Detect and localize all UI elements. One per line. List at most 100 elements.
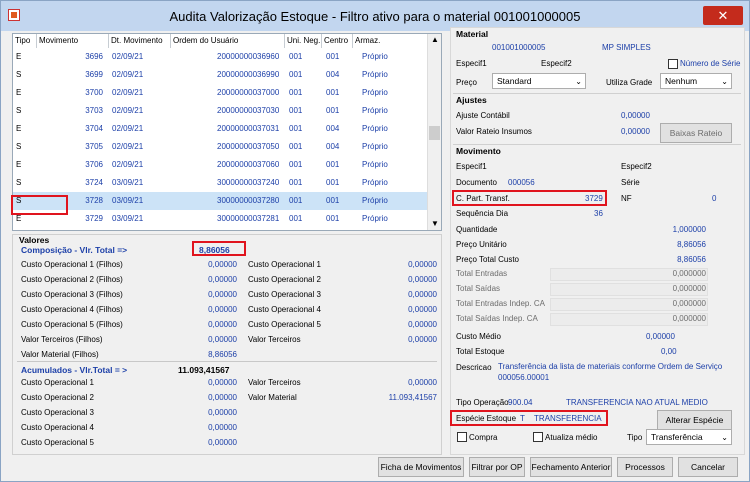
valor-label: Custo Operacional 3 bbox=[248, 290, 321, 299]
cell-tipo: S bbox=[16, 142, 22, 151]
preco-select[interactable]: Standard ⌄ bbox=[492, 73, 586, 89]
valor-label: Custo Operacional 5 (Filhos) bbox=[21, 320, 123, 329]
window-title: Audita Valorização Estoque - Filtro ativ… bbox=[169, 8, 581, 24]
valores-title: Valores bbox=[19, 235, 50, 245]
cell-centro: 004 bbox=[326, 70, 340, 79]
valor-value: 0,00000 bbox=[408, 260, 437, 269]
table-row[interactable]: S 3699 02/09/21 20000000036990 001 004 Próprio bbox=[13, 66, 429, 84]
valor-value: 0,00000 bbox=[208, 275, 237, 284]
acumulado-value: 0,00000 bbox=[208, 408, 237, 417]
mov-total-value: 0,000000 bbox=[672, 299, 706, 308]
valor-label: Custo Operacional 1 (Filhos) bbox=[21, 260, 123, 269]
ajuste-contabil-value: 0,00000 bbox=[621, 111, 650, 120]
col-header-movimento[interactable]: Movimento bbox=[37, 34, 109, 48]
ajuste-contabil-label: Ajuste Contábil bbox=[456, 111, 510, 120]
table-row[interactable]: S 3724 03/09/21 30000000037240 001 001 Próprio bbox=[13, 174, 429, 192]
movimento-title: Movimento bbox=[456, 146, 501, 156]
cell-unineg: 001 bbox=[289, 88, 303, 97]
movements-grid[interactable]: Tipo Movimento Dt. Movimento Ordem do Us… bbox=[12, 33, 442, 231]
mov-total-label: Total Entradas Indep. CA bbox=[456, 299, 545, 308]
filtrar-op-button[interactable]: Filtrar por OP bbox=[469, 457, 525, 477]
table-row[interactable]: E 3729 03/09/21 30000000037281 001 001 Próprio bbox=[13, 210, 429, 228]
scroll-thumb[interactable] bbox=[429, 126, 440, 140]
valor-label: Valor Terceiros (Filhos) bbox=[21, 335, 103, 344]
cell-armaz: Próprio bbox=[362, 178, 388, 187]
col-header-ordem[interactable]: Ordem do Usuário bbox=[171, 34, 285, 48]
table-row[interactable]: E 3704 02/09/21 20000000037031 001 004 Próprio bbox=[13, 120, 429, 138]
table-row[interactable]: E 3696 02/09/21 20000000036960 001 001 Próprio bbox=[13, 48, 429, 66]
acumulado-value: 0,00000 bbox=[208, 438, 237, 447]
mov-field-value: 8,86056 bbox=[677, 240, 706, 249]
cancelar-button[interactable]: Cancelar bbox=[678, 457, 738, 477]
descricao-label: Descricao bbox=[456, 363, 492, 372]
mov-especif1: Especif1 bbox=[456, 162, 487, 171]
cell-dt: 02/09/21 bbox=[112, 106, 144, 115]
valor-label: Custo Operacional 2 (Filhos) bbox=[21, 275, 123, 284]
table-row[interactable]: S 3728 03/09/21 30000000037280 001 001 Próprio bbox=[13, 192, 429, 210]
atualiza-medio-checkbox[interactable] bbox=[533, 432, 543, 442]
processos-button[interactable]: Processos bbox=[617, 457, 673, 477]
compra-checkbox[interactable] bbox=[457, 432, 467, 442]
valor-value: 0,00000 bbox=[208, 260, 237, 269]
scroll-down-icon[interactable]: ▼ bbox=[431, 219, 439, 228]
alterar-especie-button[interactable]: Alterar Espécie bbox=[657, 410, 732, 430]
utiliza-grade-value: Nenhum bbox=[665, 76, 698, 86]
table-row[interactable]: E 3700 02/09/21 20000000037000 001 001 Próprio bbox=[13, 84, 429, 102]
material-especif2: Especif2 bbox=[541, 59, 572, 68]
cell-movimento: 3704 bbox=[85, 124, 103, 133]
cell-movimento: 3700 bbox=[85, 88, 103, 97]
col-header-armaz[interactable]: Armaz. bbox=[353, 34, 429, 48]
tipo-label: Tipo bbox=[627, 433, 643, 442]
documento-label: Documento bbox=[456, 178, 497, 187]
valor-value: 0,00000 bbox=[208, 290, 237, 299]
cell-tipo: S bbox=[16, 106, 22, 115]
valores-divider bbox=[17, 361, 437, 362]
utiliza-grade-select[interactable]: Nenhum ⌄ bbox=[660, 73, 732, 89]
close-button[interactable]: ✕ bbox=[703, 6, 743, 25]
fechamento-anterior-button[interactable]: Fechamento Anterior bbox=[530, 457, 612, 477]
col-header-unineg[interactable]: Uni. Neg. bbox=[285, 34, 322, 48]
acumulado-label: Custo Operacional 2 bbox=[21, 393, 94, 402]
cell-dt: 02/09/21 bbox=[112, 124, 144, 133]
baixas-rateio-button[interactable]: Baixas Rateio bbox=[660, 123, 732, 143]
descricao-line1: Transferência da lista de materiais conf… bbox=[498, 362, 723, 371]
col-header-dt[interactable]: Dt. Movimento bbox=[109, 34, 171, 48]
cell-movimento: 3705 bbox=[85, 142, 103, 151]
col-header-tipo[interactable]: Tipo bbox=[13, 34, 37, 48]
valor-value: 0,00000 bbox=[208, 305, 237, 314]
valor-value: 0,00000 bbox=[408, 305, 437, 314]
cell-dt: 02/09/21 bbox=[112, 88, 144, 97]
serie-label: Série bbox=[621, 178, 640, 187]
table-row[interactable]: S 3703 02/09/21 20000000037030 001 001 Próprio bbox=[13, 102, 429, 120]
cell-armaz: Próprio bbox=[362, 88, 388, 97]
nf-value: 0 bbox=[712, 194, 717, 203]
valor-value: 8,86056 bbox=[208, 350, 237, 359]
scroll-up-icon[interactable]: ▲ bbox=[431, 35, 439, 44]
cell-tipo: S bbox=[16, 178, 22, 187]
acumulados-label: Acumulados - Vlr.Total = > bbox=[21, 365, 128, 375]
acumulado-label: Valor Material bbox=[248, 393, 297, 402]
total-estoque-label: Total Estoque bbox=[456, 347, 505, 356]
valor-value: 0,00000 bbox=[208, 335, 237, 344]
numero-serie-label: Número de Série bbox=[680, 59, 741, 68]
cell-movimento: 3699 bbox=[85, 70, 103, 79]
seq-value: 36 bbox=[594, 209, 603, 218]
table-row[interactable]: E 3706 02/09/21 20000000037060 001 001 Próprio bbox=[13, 156, 429, 174]
mov-total-label: Total Saídas bbox=[456, 284, 501, 293]
numero-serie-checkbox[interactable] bbox=[668, 59, 678, 69]
cell-centro: 004 bbox=[326, 124, 340, 133]
cell-movimento: 3703 bbox=[85, 106, 103, 115]
ficha-movimentos-button[interactable]: Ficha de Movimentos bbox=[378, 457, 464, 477]
col-header-centro[interactable]: Centro bbox=[322, 34, 353, 48]
preco-value: Standard bbox=[497, 76, 532, 86]
compra-label: Compra bbox=[469, 433, 498, 442]
mov-field-label: Preço Total Custo bbox=[456, 255, 519, 264]
cell-centro: 001 bbox=[326, 178, 340, 187]
tipo-select[interactable]: Transferência ⌄ bbox=[646, 429, 732, 445]
valor-label: Custo Operacional 4 bbox=[248, 305, 321, 314]
cell-unineg: 001 bbox=[289, 178, 303, 187]
table-row[interactable]: S 3705 02/09/21 20000000037050 001 004 Próprio bbox=[13, 138, 429, 156]
grid-scrollbar[interactable]: ▲ ▼ bbox=[427, 34, 441, 230]
cell-ordem: 20000000037031 bbox=[217, 124, 280, 133]
mov-field-label: Quantidade bbox=[456, 225, 498, 234]
